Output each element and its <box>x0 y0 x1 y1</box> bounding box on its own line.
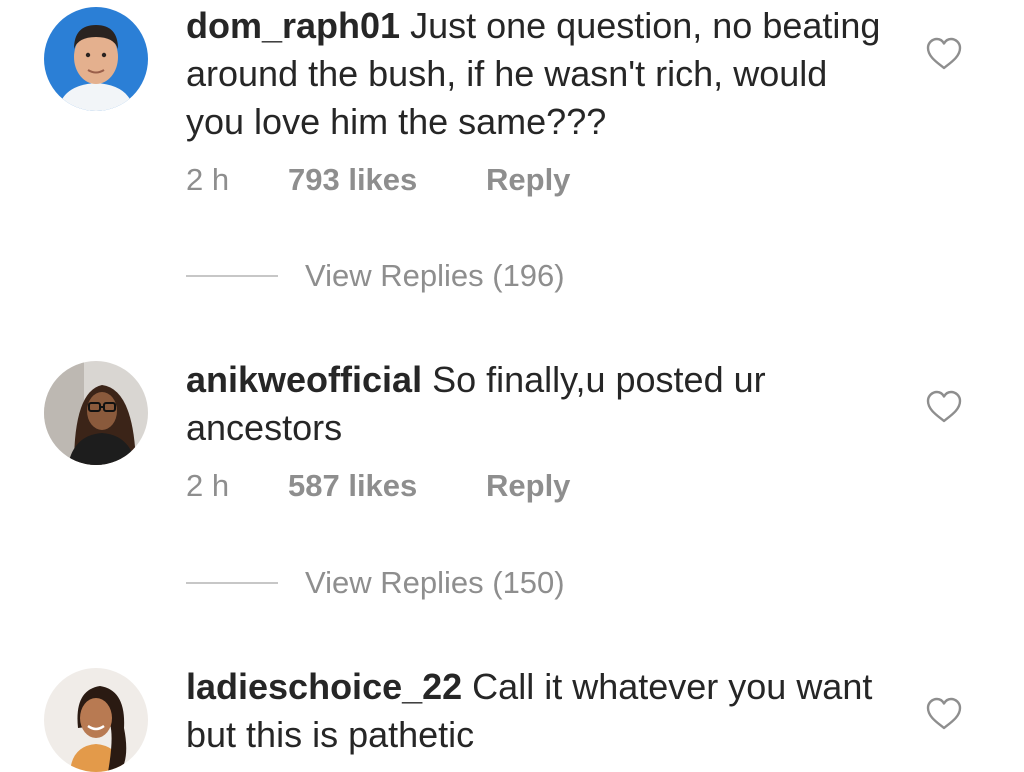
comment-text: dom_raph01 Just one question, no beating … <box>186 2 886 146</box>
comment-time: 2 h <box>186 162 230 197</box>
avatar[interactable] <box>44 361 148 465</box>
comment-username[interactable]: anikweofficial <box>186 359 422 400</box>
view-replies-label: View Replies (196) <box>305 258 565 293</box>
comment-time: 2 h <box>186 468 230 503</box>
avatar[interactable] <box>44 7 148 111</box>
view-replies-label: View Replies (150) <box>305 565 565 600</box>
replies-divider <box>186 582 278 584</box>
comment-username[interactable]: dom_raph01 <box>186 5 400 46</box>
view-replies-button[interactable]: View Replies (196) <box>186 258 565 294</box>
replies-divider <box>186 275 278 277</box>
comment-text: anikweofficial So finally,u posted ur anc… <box>186 356 886 452</box>
reply-button[interactable]: Reply <box>486 162 570 198</box>
heart-outline-icon[interactable] <box>926 390 962 424</box>
heart-outline-icon[interactable] <box>926 697 962 731</box>
comment-likes[interactable]: 793 likes <box>288 162 486 198</box>
comment-meta: 2 h 793 likes Reply <box>186 162 570 198</box>
comment-username[interactable]: ladieschoice_22 <box>186 666 462 707</box>
comment-text: ladieschoice_22 Call it whatever you want… <box>186 663 886 759</box>
heart-outline-icon[interactable] <box>926 37 962 71</box>
view-replies-button[interactable]: View Replies (150) <box>186 565 565 601</box>
avatar[interactable] <box>44 668 148 772</box>
reply-button[interactable]: Reply <box>486 468 570 504</box>
comment-meta: 2 h 587 likes Reply <box>186 468 570 504</box>
comment-likes[interactable]: 587 likes <box>288 468 486 504</box>
